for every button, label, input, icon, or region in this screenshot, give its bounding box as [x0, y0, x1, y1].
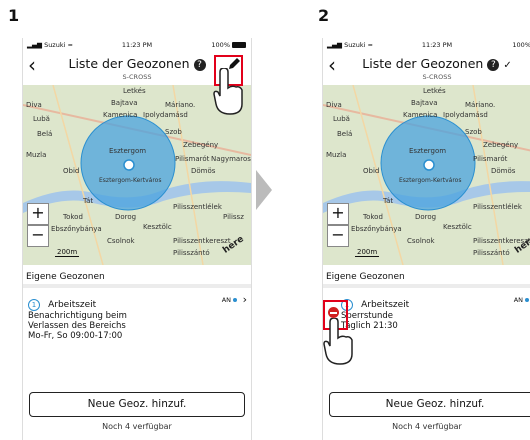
map-label: Zebegény — [183, 141, 219, 149]
step-label-2: 2 — [318, 6, 330, 25]
zone-status: AN — [222, 296, 237, 304]
map-label: Kesztölc — [143, 223, 172, 231]
map-label: Muzla — [326, 151, 347, 159]
available-count: Noch 4 verfügbar — [392, 422, 462, 431]
time-label: 11:23 PM — [421, 41, 453, 49]
zoom-out-button[interactable]: − — [27, 225, 49, 247]
map-label: Pilismarót — [473, 155, 508, 163]
map-label: Esztergom-Kertváros — [399, 177, 462, 184]
chevron-right-icon[interactable]: › — [243, 293, 247, 306]
status-dot-icon — [233, 298, 237, 302]
map-label: Obid — [63, 167, 80, 175]
status-bar: ▂▄▆ Suzuki ≈ 11:23 PM 100% — [323, 38, 530, 51]
step-label-1: 1 — [8, 6, 20, 25]
map-label: Pilisszántó — [173, 249, 210, 257]
pointing-hand-icon — [213, 68, 243, 115]
map-label: Tokod — [363, 213, 383, 221]
vehicle-subtitle: S-CROSS — [422, 73, 452, 81]
page-title: Liste der Geozonen? ✓ — [362, 56, 512, 71]
map-view[interactable]: Letkés Diva Bajtava Máriano. Lubă Kameni… — [323, 85, 530, 265]
add-geozone-button[interactable]: Neue Geoz. hinzuf. — [29, 392, 245, 417]
map-label: Muzla — [26, 151, 47, 159]
map-label: Lubă — [33, 115, 50, 123]
map-label: Pilisszentkereszt — [173, 237, 231, 245]
map-label: Nagymaros — [211, 155, 251, 163]
zone-name: Arbeitszeit — [48, 299, 97, 310]
map-label: Letkés — [423, 87, 446, 95]
zone-description: Benachrichtigung beim Verlassen des Bere… — [28, 311, 127, 341]
add-geozone-button[interactable]: Neue Geoz. hinzuf. — [329, 392, 530, 417]
battery-icon — [232, 42, 246, 48]
status-bar: ▂▄▆ Suzuki ≈ 11:23 PM 100% — [23, 38, 251, 51]
map-label: Dorog — [115, 213, 137, 221]
map-label: Esztergom — [409, 147, 447, 155]
map-label: Kamenica — [403, 111, 438, 119]
map-label: Kesztölc — [443, 223, 472, 231]
map-label: Csolnok — [107, 237, 135, 245]
map-label: Pilismarót — [175, 155, 210, 163]
phone-screen-2: ▂▄▆ Suzuki ≈ 11:23 PM 100% ‹ Liste der G… — [322, 38, 530, 440]
map-label: Belá — [337, 130, 353, 138]
zoom-in-button[interactable]: + — [27, 203, 49, 225]
next-step-arrow-icon — [256, 170, 272, 210]
map-label: Bajtava — [411, 99, 438, 107]
map-label: Szob — [465, 128, 482, 136]
map-label: Ipolydamásd — [143, 111, 188, 119]
battery-label: 100% — [211, 41, 246, 49]
map-label: Ebszőnybánya — [351, 225, 402, 233]
map-label: Diva — [326, 101, 342, 109]
map-label: Ipolydamásd — [443, 111, 488, 119]
map-label: Pilisszentlélek — [473, 203, 522, 211]
zoom-in-button[interactable]: + — [327, 203, 349, 225]
status-dot-icon — [525, 298, 529, 302]
map-label: Tát — [383, 197, 394, 205]
map-label: Diva — [26, 101, 42, 109]
map-label: Letkés — [123, 87, 146, 95]
check-icon[interactable]: ✓ — [503, 60, 511, 71]
map-scale: 200m — [55, 248, 80, 257]
zone-name: Arbeitszeit — [361, 299, 410, 310]
geozone-list-item[interactable]: 1 Arbeitszeit AN › Benachrichtigung beim… — [23, 288, 251, 376]
zoom-out-button[interactable]: − — [327, 225, 349, 247]
map-label: Esztergom-Kertváros — [99, 177, 162, 184]
battery-label: 100% — [512, 41, 530, 49]
help-icon[interactable]: ? — [487, 59, 500, 71]
available-count: Noch 4 verfügbar — [102, 422, 172, 431]
map-label: Szob — [165, 128, 182, 136]
map-label: Bajtava — [111, 99, 138, 107]
map-label: Csolnok — [407, 237, 435, 245]
map-label: Kamenica — [103, 111, 138, 119]
map-label: Dömös — [491, 167, 516, 175]
map-label: Lubă — [333, 115, 350, 123]
section-title: Eigene Geozonen — [26, 272, 105, 282]
help-icon[interactable]: ? — [193, 59, 206, 71]
map-label: Dorog — [415, 213, 437, 221]
map-label: Obid — [363, 167, 380, 175]
map-label: Máriano. — [165, 101, 196, 109]
section-title: Eigene Geozonen — [326, 272, 405, 282]
zone-status: AN — [514, 296, 529, 304]
map-label: Pilisszentlélek — [173, 203, 222, 211]
map-label: Tokod — [63, 213, 83, 221]
map-label: Dömös — [191, 167, 216, 175]
map-label: Tát — [83, 197, 94, 205]
header: ‹ Liste der Geozonen? ✓ S-CROSS — [323, 51, 530, 85]
pointing-hand-icon — [323, 318, 353, 365]
map-label: Ebszőnybánya — [51, 225, 102, 233]
map-label: Esztergom — [109, 147, 147, 155]
map-label: Zebegény — [483, 141, 519, 149]
map-label: Pilisszántó — [473, 249, 510, 257]
zone-number-badge: 1 — [28, 298, 40, 311]
map-scale: 200m — [355, 248, 380, 257]
map-label: Máriano. — [465, 101, 496, 109]
map-label: Belá — [37, 130, 53, 138]
map-label: Pilissz — [223, 213, 244, 221]
